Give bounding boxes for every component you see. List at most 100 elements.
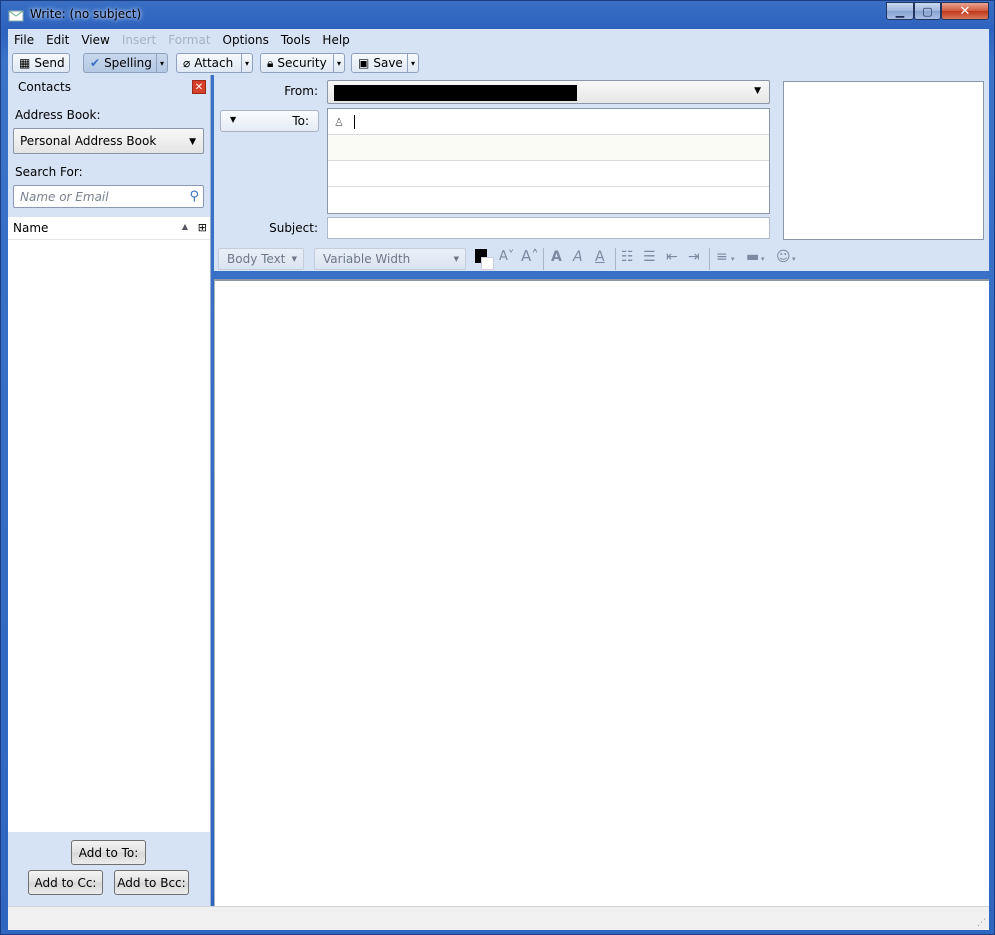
decrease-font-size-icon[interactable]: A˅: [499, 249, 514, 264]
chevron-down-icon: ▼: [189, 137, 196, 147]
title-bar: Write: (no subject) ▁ ▢ ✕: [1, 1, 994, 29]
lock-icon: 🔒︎: [267, 55, 274, 70]
search-label: Search For:: [15, 165, 83, 179]
security-button[interactable]: 🔒︎ Security ▾: [260, 53, 345, 73]
separator: [709, 248, 710, 270]
minimize-button[interactable]: ▁: [886, 2, 914, 20]
contacts-title: Contacts: [18, 80, 71, 94]
menu-view[interactable]: View: [75, 33, 115, 47]
add-to-cc-button[interactable]: Add to Cc:: [28, 870, 103, 895]
insert-dropdown-icon[interactable]: ▾: [761, 255, 765, 263]
app-icon: [8, 10, 24, 22]
menu-help[interactable]: Help: [316, 33, 355, 47]
send-icon: ▦: [19, 56, 31, 70]
menu-format: Format: [168, 33, 211, 47]
paragraph-format-select[interactable]: Body Text ▼: [218, 248, 304, 270]
security-dropdown-icon[interactable]: ▾: [333, 54, 344, 72]
chevron-down-icon: ▼: [230, 115, 237, 124]
attachment-pane[interactable]: [783, 81, 984, 240]
align-dropdown-icon[interactable]: ▾: [731, 255, 735, 263]
text-cursor: [354, 115, 355, 129]
menu-edit[interactable]: Edit: [40, 33, 75, 47]
align-icon[interactable]: ≡: [716, 249, 728, 265]
recipient-row[interactable]: [328, 161, 769, 187]
compose-window: Write: (no subject) ▁ ▢ ✕ File Edit View…: [0, 0, 995, 935]
menu-bar: File Edit View Insert Format Options Too…: [8, 29, 989, 51]
bold-icon[interactable]: A: [551, 249, 562, 265]
checkmark-icon: ✔: [90, 56, 101, 70]
close-contacts-button[interactable]: ✕: [192, 80, 206, 94]
spelling-dropdown-icon[interactable]: ▾: [156, 54, 167, 72]
close-icon: ✕: [194, 82, 204, 93]
maximize-icon: ▢: [922, 4, 933, 18]
close-window-button[interactable]: ✕: [941, 2, 989, 20]
address-book-select[interactable]: Personal Address Book ▼: [13, 128, 204, 154]
text-color-picker[interactable]: [474, 248, 494, 270]
insert-icon[interactable]: ▬: [746, 249, 759, 265]
attach-dropdown-icon[interactable]: ▾: [241, 54, 252, 72]
contacts-list[interactable]: Name ▲ ⊞: [8, 217, 210, 832]
redacted-identity: [334, 85, 577, 101]
floppy-disk-icon: ▣: [358, 56, 370, 70]
column-name-header[interactable]: Name: [13, 221, 48, 235]
menu-tools[interactable]: Tools: [275, 33, 317, 47]
separator: [615, 248, 616, 270]
spelling-button[interactable]: ✔ Spelling ▾: [83, 53, 168, 73]
message-header: From: ▼ ▼ To: ♙ Subject: Body Text ▼ Var…: [214, 75, 989, 271]
resize-grip-icon[interactable]: ⋰: [977, 918, 986, 928]
maximize-button[interactable]: ▢: [914, 2, 941, 20]
save-dropdown-icon[interactable]: ▾: [407, 54, 418, 72]
person-icon: ♙: [334, 116, 344, 129]
menu-insert: Insert: [121, 33, 157, 47]
outdent-icon[interactable]: ⇤: [666, 249, 678, 265]
column-picker-icon[interactable]: ⊞: [198, 221, 207, 234]
attach-button[interactable]: ⌀ Attach ▾: [176, 53, 253, 73]
subject-input[interactable]: [327, 217, 770, 239]
underline-icon[interactable]: A: [595, 249, 605, 265]
spelling-label: Spelling: [104, 56, 152, 70]
paperclip-icon: ⌀: [183, 56, 191, 70]
save-label: Save: [373, 56, 403, 70]
add-to-to-button[interactable]: Add to To:: [71, 840, 146, 865]
format-toolbar: Body Text ▼ Variable Width ▼ A˅ A˄ A A A…: [214, 245, 989, 271]
smiley-dropdown-icon[interactable]: ▾: [792, 255, 796, 263]
send-button[interactable]: ▦ Send: [12, 53, 70, 73]
indent-icon[interactable]: ⇥: [688, 249, 700, 265]
search-icon[interactable]: ⚲: [189, 189, 199, 204]
font-value: Variable Width: [323, 252, 411, 266]
sort-ascending-icon: ▲: [181, 222, 188, 231]
from-label: From:: [284, 84, 318, 98]
save-button[interactable]: ▣ Save ▾: [351, 53, 419, 73]
recipient-row[interactable]: [328, 187, 769, 212]
bulleted-list-icon[interactable]: ☷: [621, 249, 634, 265]
increase-font-size-icon[interactable]: A˄: [521, 247, 539, 265]
add-to-bcc-button[interactable]: Add to Bcc:: [114, 870, 189, 895]
italic-icon[interactable]: A: [573, 249, 583, 265]
close-icon: ✕: [959, 3, 971, 19]
list-header: Name ▲ ⊞: [8, 217, 210, 240]
chevron-down-icon: ▼: [754, 86, 761, 96]
message-body-editor[interactable]: [214, 279, 989, 906]
chevron-down-icon: ▼: [291, 255, 297, 263]
from-select[interactable]: ▼: [327, 80, 770, 104]
contacts-sidebar: Contacts ✕ Address Book: Personal Addres…: [8, 75, 211, 906]
menu-options[interactable]: Options: [217, 33, 275, 47]
send-label: Send: [34, 56, 65, 70]
toolbar: ▦ Send ✔ Spelling ▾ ⌀ Attach ▾ 🔒︎ Securi…: [8, 51, 989, 75]
address-book-value: Personal Address Book: [20, 134, 157, 148]
contact-search-input[interactable]: Name or Email ⚲: [13, 185, 204, 208]
font-select[interactable]: Variable Width ▼: [314, 248, 466, 270]
address-book-label: Address Book:: [15, 108, 101, 122]
menu-toolbar-area: File Edit View Insert Format Options Too…: [8, 29, 989, 75]
recipient-row[interactable]: ♙: [328, 109, 769, 135]
recipient-type-button[interactable]: ▼ To:: [220, 110, 319, 132]
recipient-list[interactable]: ♙: [327, 108, 770, 214]
numbered-list-icon[interactable]: ☰: [643, 249, 656, 265]
background-color-swatch: [481, 257, 494, 270]
minimize-icon: ▁: [895, 4, 905, 18]
smiley-icon[interactable]: ☺: [776, 249, 791, 265]
to-label: To:: [292, 114, 309, 128]
recipient-row[interactable]: [328, 135, 769, 161]
menu-file[interactable]: File: [8, 33, 40, 47]
separator: [543, 248, 544, 270]
